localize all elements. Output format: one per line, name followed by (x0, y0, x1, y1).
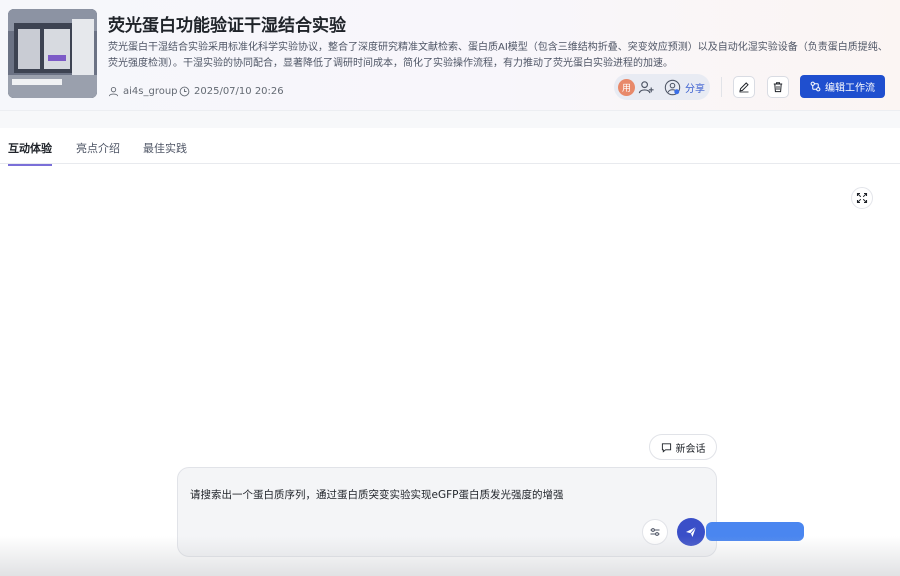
new-chat-label: 新会话 (675, 443, 706, 455)
sliders-icon (650, 528, 660, 536)
time-meta: 2025/07/10 20:26 (179, 84, 284, 98)
new-chat-button[interactable]: 新会话 (649, 434, 717, 460)
fullscreen-icon (856, 192, 868, 204)
tab-best-practice[interactable]: 最佳实践 (143, 140, 187, 164)
page-title: 荧光蛋白功能验证干湿结合实验 (108, 16, 346, 36)
clock-icon (179, 86, 190, 96)
share-button[interactable]: 分享 (664, 79, 705, 96)
fullscreen-button[interactable] (851, 187, 873, 209)
pencil-icon (739, 82, 749, 93)
experiment-description: 荧光蛋白干湿结合实验采用标准化科学实验协议，整合了深度研究精准文献检索、蛋白质A… (108, 42, 888, 69)
loading-indicator (706, 522, 804, 541)
send-button[interactable] (677, 518, 705, 546)
experiment-thumbnail (8, 9, 97, 98)
settings-button[interactable] (642, 519, 668, 545)
share-label: 分享 (685, 83, 705, 95)
edit-workflow-button[interactable]: 编辑工作流 (800, 75, 885, 98)
edit-workflow-label: 编辑工作流 (825, 83, 875, 94)
chat-input-text[interactable]: 请搜索出一个蛋白质序列，通过蛋白质突变实验实现eGFP蛋白质发光强度的增强 (190, 487, 563, 502)
add-member-icon[interactable] (638, 79, 655, 96)
tab-bar: 互动体验 亮点介绍 最佳实践 (0, 128, 900, 166)
workflow-icon (810, 81, 821, 92)
tab-interactive[interactable]: 互动体验 (8, 140, 52, 166)
toolbar-divider (721, 77, 722, 97)
author-name: ai4s_group (123, 85, 178, 97)
delete-button[interactable] (767, 76, 789, 98)
header: 荧光蛋白功能验证干湿结合实验 荧光蛋白干湿结合实验采用标准化科学实验协议，整合了… (0, 0, 900, 110)
send-icon (686, 526, 697, 537)
tab-highlights[interactable]: 亮点介绍 (76, 140, 120, 164)
chat-input-box[interactable]: 请搜索出一个蛋白质序列，通过蛋白质突变实验实现eGFP蛋白质发光强度的增强 (177, 467, 717, 557)
share-user-icon (664, 79, 681, 95)
header-separator (0, 110, 900, 128)
created-timestamp: 2025/07/10 20:26 (194, 85, 284, 97)
trash-icon (773, 82, 783, 93)
avatar[interactable]: 用 (618, 78, 635, 96)
author-meta: ai4s_group (108, 84, 178, 98)
chat-bubble-icon (661, 442, 671, 453)
edit-button[interactable] (733, 76, 755, 98)
user-icon (108, 86, 119, 96)
share-group: 用 分享 (614, 74, 710, 100)
